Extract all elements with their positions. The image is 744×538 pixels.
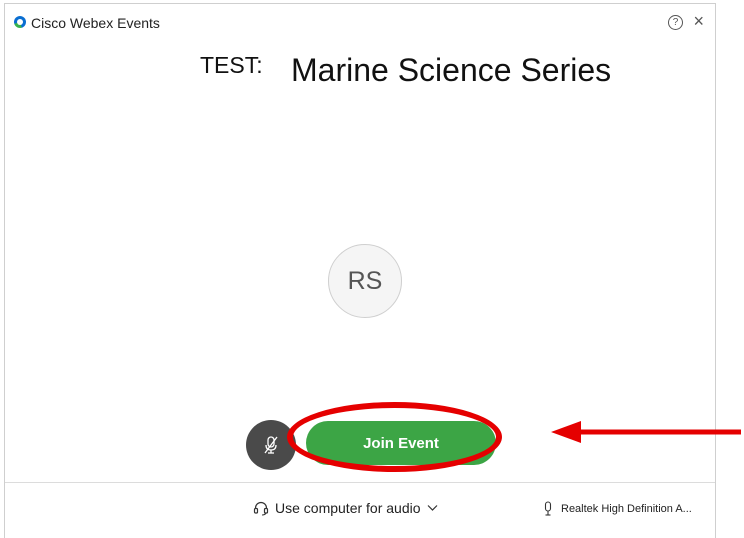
microphone-icon <box>544 501 552 516</box>
event-prefix: TEST: <box>200 52 263 78</box>
app-title: Cisco Webex Events <box>31 15 160 31</box>
microphone-label: Realtek High Definition A... <box>561 502 692 515</box>
close-icon[interactable]: × <box>693 11 704 31</box>
divider <box>5 482 715 483</box>
webex-window: Cisco Webex Events ? × TEST: Marine Scie… <box>4 3 716 538</box>
avatar-initials: RS <box>347 266 383 295</box>
avatar: RS <box>328 244 402 318</box>
mute-button[interactable] <box>246 420 296 470</box>
microphone-dropdown[interactable]: Realtek High Definition A... <box>543 501 692 516</box>
help-icon[interactable]: ? <box>668 15 683 30</box>
microphone-muted-icon <box>264 436 278 454</box>
join-event-button[interactable]: Join Event <box>306 421 496 465</box>
webex-logo-icon <box>14 16 26 28</box>
event-title: Marine Science Series <box>291 52 612 88</box>
chevron-down-icon <box>427 505 437 511</box>
headset-icon <box>253 501 269 516</box>
audio-option-dropdown[interactable]: Use computer for audio <box>253 500 438 516</box>
title-bar: Cisco Webex Events ? × <box>5 4 715 36</box>
pointer-arrow <box>551 421 741 443</box>
audio-option-label: Use computer for audio <box>275 500 421 516</box>
